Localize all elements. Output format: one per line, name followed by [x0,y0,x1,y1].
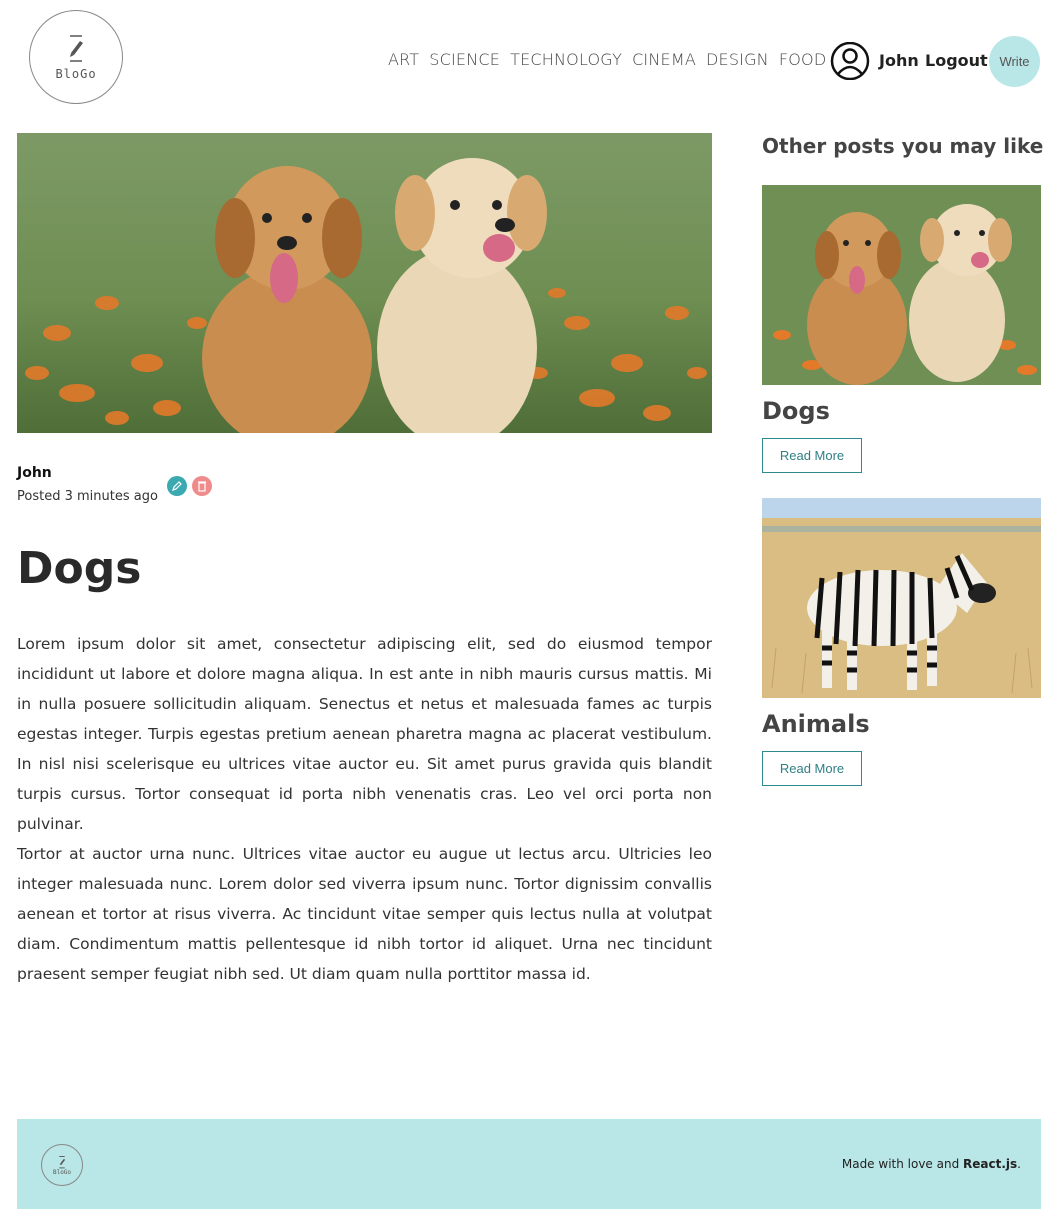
footer-credit-suffix: . [1017,1157,1021,1171]
logo[interactable]: BloGo [29,10,123,104]
user-name: John [879,51,919,70]
footer-credit-prefix: Made with love and [841,1157,964,1171]
logout-link[interactable]: Logout [925,51,988,70]
delete-post-button[interactable] [192,476,212,496]
pen-icon [70,35,83,62]
nav-item-cinema[interactable]: CINEMA [632,50,696,69]
footer: BloGo Made with love and React.js. [17,1119,1041,1209]
post-paragraph: Lorem ipsum dolor sit amet, consectetur … [17,635,712,833]
sidebar-post-image[interactable] [762,185,1041,385]
nav-item-food[interactable]: FOOD [779,50,827,69]
read-more-button[interactable]: Read More [762,438,862,473]
footer-credit: Made with love and React.js. [842,1157,1021,1171]
pen-icon [59,1155,66,1168]
user-avatar-icon [830,42,870,80]
footer-logo[interactable]: BloGo [41,1144,83,1186]
edit-post-button[interactable] [167,476,187,496]
pencil-icon [172,481,182,491]
sidebar-heading: Other posts you may like [762,134,1044,158]
nav-item-design[interactable]: DESIGN [706,50,769,69]
write-button[interactable]: Write [989,36,1040,87]
category-nav: ART SCIENCE TECHNOLOGY CINEMA DESIGN FOO… [388,50,826,69]
post-timestamp: Posted 3 minutes ago [17,489,158,504]
footer-credit-tech: React.js [963,1157,1018,1171]
trash-icon [198,481,206,492]
nav-item-art[interactable]: ART [388,50,419,69]
post-paragraph: Tortor at auctor urna nunc. Ultrices vit… [17,845,712,983]
sidebar-post-title: Animals [762,710,870,738]
sidebar-post-title: Dogs [762,397,830,425]
read-more-button[interactable]: Read More [762,751,862,786]
post-title: Dogs [17,543,142,594]
sidebar-post-image[interactable] [762,498,1041,698]
post-author: John [17,465,52,481]
nav-item-science[interactable]: SCIENCE [429,50,500,69]
footer-logo-text: BloGo [52,1168,72,1176]
nav-item-technology[interactable]: TECHNOLOGY [510,50,622,69]
logo-text: BloGo [55,67,97,81]
post-image [17,133,712,433]
